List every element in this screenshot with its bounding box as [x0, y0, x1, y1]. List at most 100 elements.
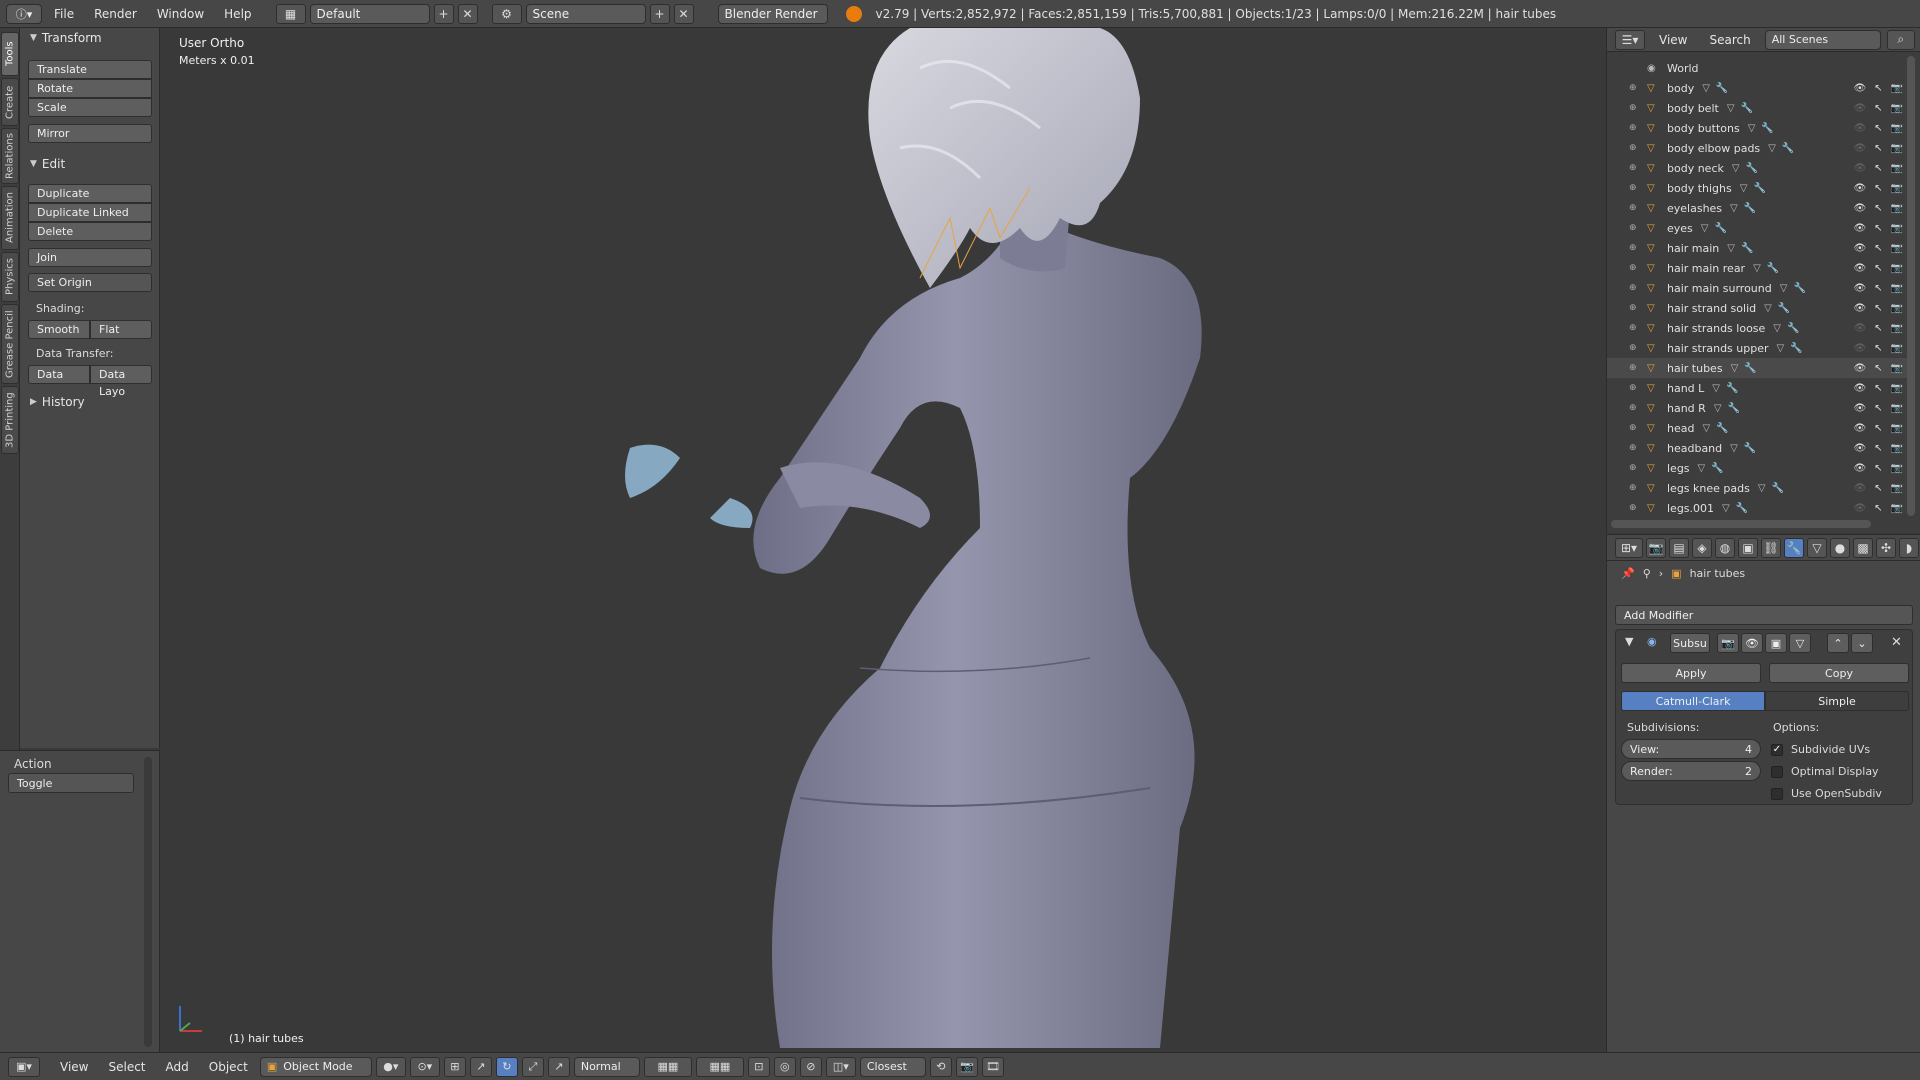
renderable-camera-icon[interactable]: 📷: [1891, 123, 1903, 134]
copy-button[interactable]: Copy: [1769, 663, 1909, 683]
tab-create[interactable]: Create: [1, 78, 19, 126]
collapse-modifier-icon[interactable]: ▼: [1625, 635, 1633, 648]
layers-grid-right[interactable]: ▦▦: [695, 1056, 744, 1077]
expand-row-icon[interactable]: ⊕: [1629, 183, 1639, 193]
move-down-icon[interactable]: ⌄: [1851, 633, 1873, 653]
action-select[interactable]: Toggle: [8, 773, 134, 793]
outliner-row[interactable]: ⊕ ▽ hair main surround ▽ 🔧 👁 ↖ 📷: [1607, 278, 1907, 298]
smooth-button[interactable]: Smooth: [28, 320, 90, 339]
edit-panel-header[interactable]: ▼ Edit: [20, 154, 65, 174]
lock-layers-icon[interactable]: ⊡: [747, 1056, 770, 1077]
outliner-row[interactable]: ⊕ ▽ body neck ▽ 🔧 👁 ↖ 📷: [1607, 158, 1907, 178]
rotate-button[interactable]: Rotate: [28, 79, 152, 98]
duplicate-button[interactable]: Duplicate: [28, 184, 152, 203]
renderable-camera-icon[interactable]: 📷: [1891, 103, 1903, 114]
renderable-camera-icon[interactable]: 📷: [1891, 303, 1903, 314]
outliner-world-row[interactable]: ◉ World: [1607, 58, 1907, 78]
expand-row-icon[interactable]: ⊕: [1629, 463, 1639, 473]
expand-row-icon[interactable]: ⊕: [1629, 243, 1639, 253]
scale-manipulator-icon[interactable]: ⤢: [521, 1056, 544, 1077]
rotate-manipulator-icon[interactable]: ↻: [495, 1056, 518, 1077]
snap-toggle-icon[interactable]: ⊘: [799, 1056, 822, 1077]
data-tab-icon[interactable]: ▽: [1807, 537, 1827, 558]
visibility-eye-icon[interactable]: 👁: [1853, 383, 1866, 394]
tab-relations[interactable]: Relations: [1, 128, 19, 184]
transform-orientation-icon[interactable]: ↗: [547, 1056, 570, 1077]
apply-button[interactable]: Apply: [1621, 663, 1761, 683]
outliner-row[interactable]: ⊕ ▽ legs.001 ▽ 🔧 👁 ↖ 📷: [1607, 498, 1907, 518]
menu-window[interactable]: Window: [149, 3, 212, 25]
renderable-camera-icon[interactable]: 📷: [1891, 503, 1903, 514]
proportional-edit-icon[interactable]: ◎: [773, 1056, 796, 1077]
outliner-menu-view[interactable]: View: [1651, 29, 1695, 51]
tab-animation[interactable]: Animation: [1, 186, 19, 250]
outliner-row[interactable]: ⊕ ▽ hair strands upper ▽ 🔧 👁 ↖ 📷: [1607, 338, 1907, 358]
renderable-camera-icon[interactable]: 📷: [1891, 463, 1903, 474]
outliner-row[interactable]: ⊕ ▽ eyes ▽ 🔧 👁 ↖ 📷: [1607, 218, 1907, 238]
selectable-cursor-icon[interactable]: ↖: [1874, 403, 1882, 414]
render-tab-icon[interactable]: 📷: [1646, 537, 1666, 558]
outliner-row[interactable]: ⊕ ▽ hand L ▽ 🔧 👁 ↖ 📷: [1607, 378, 1907, 398]
snap-align-icon[interactable]: ⟲: [929, 1056, 952, 1077]
visibility-eye-icon[interactable]: 👁: [1853, 343, 1866, 354]
selectable-cursor-icon[interactable]: ↖: [1874, 363, 1882, 374]
expand-row-icon[interactable]: ⊕: [1629, 283, 1639, 293]
outliner-display-mode-select[interactable]: All Scenes: [1764, 29, 1881, 50]
renderable-camera-icon[interactable]: 📷: [1891, 203, 1903, 214]
selectable-cursor-icon[interactable]: ↖: [1874, 223, 1882, 234]
info-editor-type-button[interactable]: ⓘ▾: [6, 3, 42, 24]
expand-row-icon[interactable]: ⊕: [1629, 83, 1639, 93]
visibility-eye-icon[interactable]: 👁: [1853, 363, 1866, 374]
renderable-camera-icon[interactable]: 📷: [1891, 263, 1903, 274]
expand-row-icon[interactable]: ⊕: [1629, 343, 1639, 353]
pin-icon[interactable]: 📌: [1621, 567, 1635, 580]
expand-row-icon[interactable]: ⊕: [1629, 203, 1639, 213]
set-origin-select[interactable]: Set Origin: [28, 273, 152, 292]
renderable-camera-icon[interactable]: 📷: [1891, 363, 1903, 374]
tab-tools[interactable]: Tools: [1, 32, 19, 76]
outliner-row[interactable]: ⊕ ▽ head ▽ 🔧 👁 ↖ 📷: [1607, 418, 1907, 438]
mirror-button[interactable]: Mirror: [28, 124, 152, 143]
outliner-row[interactable]: ⊕ ▽ body belt ▽ 🔧 👁 ↖ 📷: [1607, 98, 1907, 118]
renderable-camera-icon[interactable]: 📷: [1891, 163, 1903, 174]
subdivide-uvs-checkbox[interactable]: ✓: [1771, 744, 1783, 756]
manipulator-toggle-icon[interactable]: ⊞: [443, 1056, 466, 1077]
interaction-mode-select[interactable]: ▣ Object Mode: [259, 1056, 372, 1077]
visibility-eye-icon[interactable]: 👁: [1853, 163, 1866, 174]
physics-tab-icon[interactable]: ◗: [1899, 537, 1919, 558]
renderable-camera-icon[interactable]: 📷: [1891, 83, 1903, 94]
simple-button[interactable]: Simple: [1765, 691, 1909, 711]
visibility-eye-icon[interactable]: 👁: [1853, 103, 1866, 114]
add-scene-icon[interactable]: +: [649, 3, 670, 24]
opengl-render-animation-icon[interactable]: 🎞: [981, 1056, 1004, 1077]
selectable-cursor-icon[interactable]: ↖: [1874, 423, 1882, 434]
texture-tab-icon[interactable]: ▩: [1853, 537, 1873, 558]
transform-orientation-select[interactable]: Normal: [573, 1056, 640, 1077]
renderable-camera-icon[interactable]: 📷: [1891, 243, 1903, 254]
character-model[interactable]: [160, 28, 1605, 1052]
expand-row-icon[interactable]: ⊕: [1629, 263, 1639, 273]
data-layout-button[interactable]: Data Layo: [90, 365, 152, 398]
outliner-row[interactable]: ⊕ ▽ legs ▽ 🔧 👁 ↖ 📷: [1607, 458, 1907, 478]
object-tab-icon[interactable]: ▣: [1738, 537, 1758, 558]
expand-row-icon[interactable]: ⊕: [1629, 443, 1639, 453]
selectable-cursor-icon[interactable]: ↖: [1874, 83, 1882, 94]
expand-row-icon[interactable]: ⊕: [1629, 323, 1639, 333]
pivot-point-icon[interactable]: ⊙▾: [409, 1056, 440, 1077]
visibility-eye-icon[interactable]: 👁: [1853, 243, 1866, 254]
modifier-name-field[interactable]: Subsu: [1670, 633, 1710, 653]
selectable-cursor-icon[interactable]: ↖: [1874, 103, 1882, 114]
expand-row-icon[interactable]: ⊕: [1629, 403, 1639, 413]
duplicate-linked-button[interactable]: Duplicate Linked: [28, 203, 152, 222]
visibility-eye-icon[interactable]: 👁: [1853, 263, 1866, 274]
expand-row-icon[interactable]: ⊕: [1629, 103, 1639, 113]
renderable-camera-icon[interactable]: 📷: [1891, 183, 1903, 194]
render-engine-select[interactable]: Blender Render: [717, 3, 828, 24]
visibility-eye-icon[interactable]: 👁: [1853, 203, 1866, 214]
tab-physics[interactable]: Physics: [1, 252, 19, 302]
visibility-eye-icon[interactable]: 👁: [1853, 503, 1866, 514]
world-tab-icon[interactable]: ◍: [1715, 537, 1735, 558]
outliner-row[interactable]: ⊕ ▽ eyelashes ▽ 🔧 👁 ↖ 📷: [1607, 198, 1907, 218]
menu-add[interactable]: Add: [158, 1056, 197, 1078]
outliner-row[interactable]: ⊕ ▽ body buttons ▽ 🔧 👁 ↖ 📷: [1607, 118, 1907, 138]
